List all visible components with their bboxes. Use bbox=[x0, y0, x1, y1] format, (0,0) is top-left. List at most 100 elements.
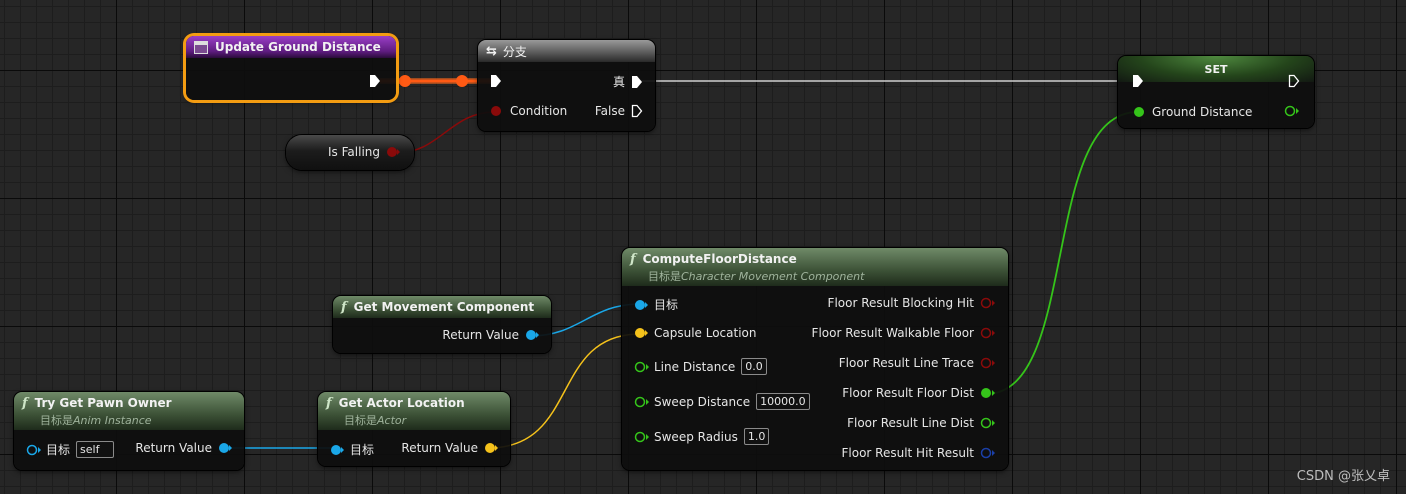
node-header: Update Ground Distance bbox=[186, 36, 396, 58]
float-output-pin[interactable] bbox=[980, 417, 996, 429]
bool-output-pin[interactable] bbox=[980, 297, 996, 309]
line-distance-field[interactable]: 0.0 bbox=[741, 358, 767, 375]
exec-false-pin[interactable] bbox=[631, 104, 643, 118]
get-actor-location-node[interactable]: f Get Actor Location 目标是Actor 目标 Return V… bbox=[318, 392, 510, 466]
return-value-label: Return Value bbox=[401, 441, 478, 455]
sweep-radius-input: Sweep Radius 1.0 bbox=[634, 428, 770, 445]
bool-output-pin[interactable] bbox=[980, 327, 996, 339]
line-dist-output: Floor Result Line Dist bbox=[847, 416, 996, 430]
exec-wire-pulse bbox=[456, 75, 468, 87]
floor-dist-label: Floor Result Floor Dist bbox=[842, 386, 974, 400]
condition-input: Condition bbox=[490, 104, 567, 118]
node-header: f Get Movement Component bbox=[333, 296, 551, 318]
try-get-pawn-owner-node[interactable]: f Try Get Pawn Owner 目标是Anim Instance 目标 … bbox=[14, 392, 244, 470]
exec-input-pin[interactable] bbox=[490, 74, 502, 88]
true-label: 真 bbox=[612, 75, 625, 89]
false-output: False bbox=[595, 104, 643, 118]
exec-output-pin[interactable] bbox=[1288, 74, 1300, 88]
capsule-location-input: Capsule Location bbox=[634, 326, 757, 340]
float-input-pin[interactable] bbox=[634, 396, 650, 408]
bool-output-pin[interactable] bbox=[386, 146, 400, 158]
return-value-label: Return Value bbox=[442, 328, 519, 342]
branch-icon: ⇆ bbox=[486, 43, 497, 59]
node-header: f ComputeFloorDistance 目标是Character Movem… bbox=[622, 248, 1008, 286]
event-icon bbox=[194, 40, 208, 54]
get-movement-component-node[interactable]: f Get Movement Component Return Value bbox=[333, 296, 551, 353]
return-value-output: Return Value bbox=[401, 441, 498, 455]
sweep-radius-field[interactable]: 1.0 bbox=[743, 428, 770, 445]
return-value-label: Return Value bbox=[135, 441, 212, 455]
true-output: 真 bbox=[613, 73, 643, 90]
sweep-distance-field[interactable]: 10000.0 bbox=[756, 393, 810, 410]
hit-result-label: Floor Result Hit Result bbox=[841, 446, 974, 460]
capsule-location-label: Capsule Location bbox=[654, 326, 757, 340]
struct-output-pin[interactable] bbox=[980, 447, 996, 459]
exec-output-pin[interactable] bbox=[369, 74, 381, 88]
target-self-field[interactable]: self bbox=[76, 441, 115, 458]
node-title: ComputeFloorDistance bbox=[642, 252, 797, 266]
target-label: 目标 bbox=[46, 443, 71, 457]
is-falling-label: Is Falling bbox=[328, 145, 380, 159]
condition-pin[interactable] bbox=[490, 105, 502, 117]
compute-floor-distance-node[interactable]: f ComputeFloorDistance 目标是Character Movem… bbox=[622, 248, 1008, 470]
float-output-pin[interactable] bbox=[1284, 105, 1300, 117]
node-header: ⇆ 分支 bbox=[478, 40, 655, 62]
line-dist-label: Floor Result Line Dist bbox=[847, 416, 974, 430]
sweep-distance-input: Sweep Distance 10000.0 bbox=[634, 393, 810, 410]
exec-input-pin[interactable] bbox=[1132, 74, 1144, 88]
object-output-pin[interactable] bbox=[218, 442, 232, 454]
float-input-pin[interactable] bbox=[634, 361, 650, 373]
branch-node[interactable]: ⇆ 分支 真 Condition False bbox=[478, 40, 655, 131]
float-output-pin[interactable] bbox=[980, 387, 996, 399]
vector-output-pin[interactable] bbox=[484, 442, 498, 454]
condition-label: Condition bbox=[510, 104, 568, 118]
float-wire-floordist-to-set bbox=[985, 111, 1139, 395]
node-header: f Get Actor Location 目标是Actor bbox=[318, 392, 510, 430]
float-input-pin[interactable] bbox=[1132, 106, 1146, 118]
object-output-pin[interactable] bbox=[525, 329, 539, 341]
is-falling-node[interactable]: Is Falling bbox=[286, 135, 414, 170]
update-ground-distance-node[interactable]: Update Ground Distance bbox=[186, 36, 396, 100]
is-falling-output: Is Falling bbox=[328, 145, 400, 159]
ground-distance-input: Ground Distance bbox=[1132, 105, 1252, 119]
line-trace-output: Floor Result Line Trace bbox=[839, 356, 996, 370]
line-distance-label: Line Distance bbox=[654, 359, 736, 374]
vector-input-pin[interactable] bbox=[634, 327, 648, 339]
set-ground-distance-node[interactable]: SET Ground Distance bbox=[1118, 56, 1314, 128]
object-input-pin[interactable] bbox=[26, 444, 42, 456]
sweep-radius-label: Sweep Radius bbox=[654, 429, 738, 444]
target-label: 目标 bbox=[654, 298, 679, 312]
node-title: Update Ground Distance bbox=[215, 40, 381, 54]
node-subtitle: 目标是Character Movement Component bbox=[648, 270, 865, 283]
return-value-output: Return Value bbox=[442, 328, 539, 342]
target-input: 目标 bbox=[634, 296, 678, 313]
return-value-output: Return Value bbox=[135, 441, 232, 455]
node-title: Get Movement Component bbox=[353, 300, 535, 314]
node-subtitle: 目标是Anim Instance bbox=[40, 414, 152, 427]
node-title: Get Actor Location bbox=[338, 396, 465, 410]
target-input: 目标 self bbox=[26, 441, 115, 458]
function-icon: f bbox=[341, 299, 347, 315]
node-title: 分支 bbox=[502, 44, 527, 59]
function-icon: f bbox=[630, 251, 636, 267]
object-input-pin[interactable] bbox=[634, 299, 648, 311]
exec-true-pin[interactable] bbox=[631, 75, 643, 89]
false-label: False bbox=[594, 104, 625, 118]
exec-wire-pulse bbox=[399, 75, 411, 87]
function-icon: f bbox=[326, 395, 332, 411]
node-header: SET bbox=[1118, 56, 1314, 82]
walkable-floor-label: Floor Result Walkable Floor bbox=[811, 326, 974, 340]
node-header: f Try Get Pawn Owner 目标是Anim Instance bbox=[14, 392, 244, 430]
line-distance-input: Line Distance 0.0 bbox=[634, 358, 767, 375]
float-input-pin[interactable] bbox=[634, 431, 650, 443]
walkable-floor-output: Floor Result Walkable Floor bbox=[812, 326, 996, 340]
watermark: CSDN @张乂卓 bbox=[1296, 469, 1390, 484]
bool-output-pin[interactable] bbox=[980, 357, 996, 369]
function-icon: f bbox=[22, 395, 28, 411]
object-input-pin[interactable] bbox=[330, 444, 344, 456]
blocking-hit-output: Floor Result Blocking Hit bbox=[828, 296, 996, 310]
node-title: SET bbox=[1204, 62, 1228, 76]
line-trace-label: Floor Result Line Trace bbox=[838, 356, 974, 370]
floor-dist-output: Floor Result Floor Dist bbox=[842, 386, 996, 400]
node-title: Try Get Pawn Owner bbox=[34, 396, 172, 410]
